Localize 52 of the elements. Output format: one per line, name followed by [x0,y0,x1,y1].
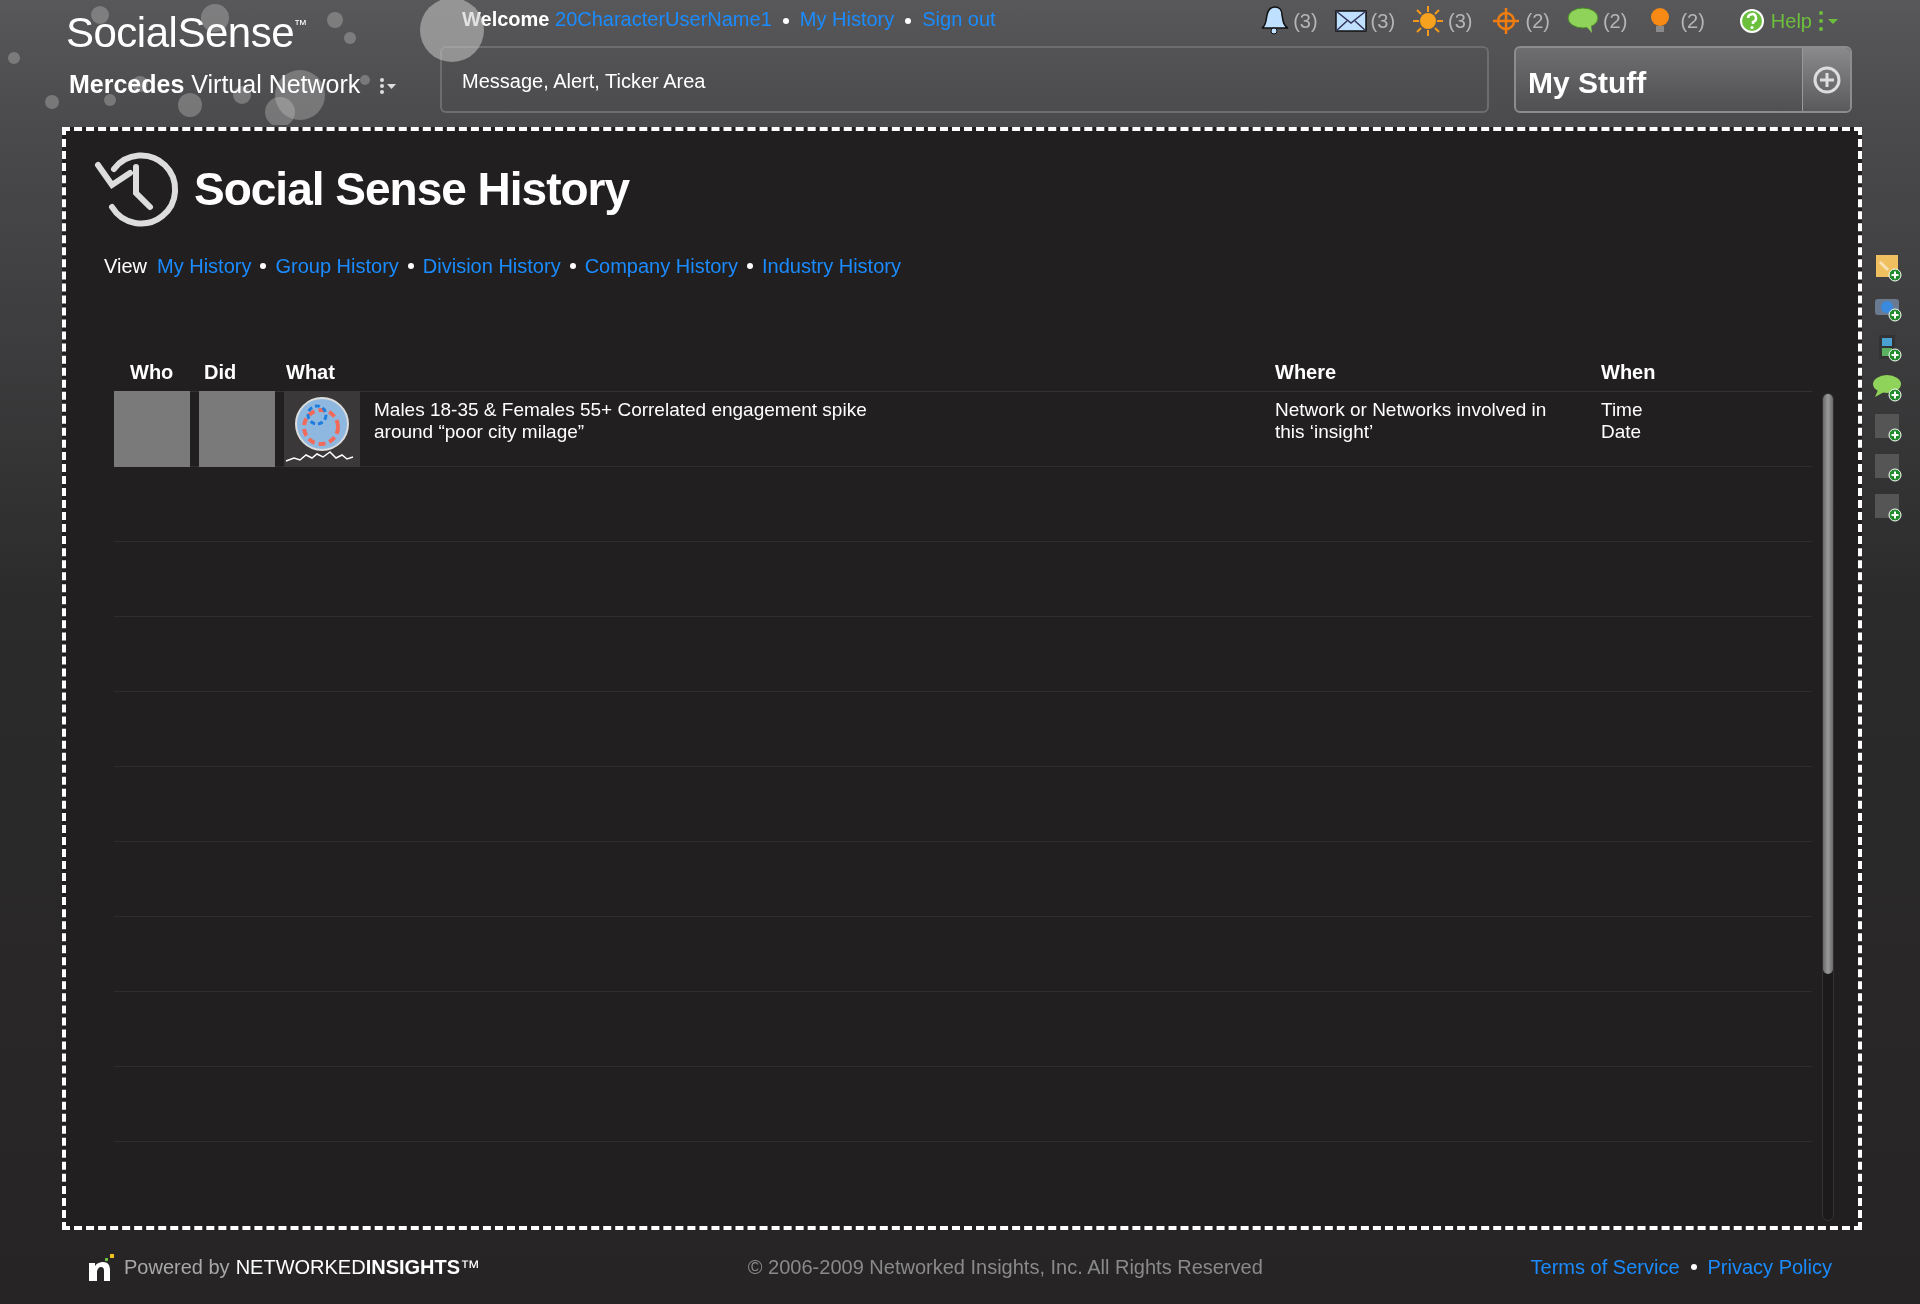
network-text: Network or Networks involved in this ‘insight’ [1275,398,1548,444]
time-text: Time [1601,399,1644,421]
page-title: Social Sense History [194,162,630,218]
notification-count: (2) [1602,9,1628,34]
empty-widget-icon[interactable] [1872,412,1902,442]
separator-dot [569,263,576,269]
separator-dot [260,263,267,269]
time-text: Date [1601,421,1643,443]
help-link[interactable]: Help [1738,6,1812,36]
empty-widget-icon[interactable] [1872,452,1902,482]
separator-dot [1690,1264,1697,1270]
menu-caret-icon[interactable] [1818,9,1840,33]
column-header: Where [1275,360,1338,385]
copyright-text: © 2006-2009 Networked Insights, Inc. All Rights Reserved [746,1255,1264,1280]
network-name: Mercedes Virtual Network [69,66,440,104]
view-link[interactable]: My History [157,251,252,281]
scrollbar-track[interactable] [1822,393,1834,1221]
notification-count: (3) [1370,9,1396,34]
view-link[interactable]: Company History [584,251,739,281]
view-link[interactable]: Division History [422,251,561,281]
column-header: Who [129,360,175,385]
view-link[interactable]: Industry History [762,251,901,281]
networked-insights-logo [86,1251,116,1283]
view-link[interactable]: Group History [275,251,399,281]
column-header: Did [203,360,238,385]
notification-count: (2) [1525,9,1550,34]
ticker-area: Message, Alert, Ticker Area [440,46,1489,113]
notification-count: (3) [1293,9,1318,34]
column-header: When [1601,360,1657,385]
company-name: NETWORKEDINSIGHTS™ [235,1255,481,1280]
chat-widget-icon[interactable] [1872,372,1902,402]
sun-icon[interactable] [1411,4,1446,38]
footer-link[interactable]: Privacy Policy [1707,1252,1832,1282]
separator-dot [905,17,912,24]
empty-widget-icon[interactable] [1872,492,1902,522]
separator-dot [407,263,414,269]
welcome-label: Welcome [462,8,550,30]
menu-caret-icon[interactable] [379,76,398,97]
column-header: What [285,360,336,385]
plus-icon [1811,64,1842,95]
panel-title: My Stuff [1527,65,1648,101]
notification-count: (2) [1680,9,1705,34]
separator-dot [782,17,789,24]
insight-text: Males 18-35 & Females 55+ Correlated engagement spike around “poor city milage” [373,398,868,444]
footer-link[interactable]: Terms of Service [1530,1252,1680,1282]
add-button[interactable] [1802,48,1850,111]
scrollbar-thumb[interactable] [1823,394,1833,974]
notification-count: (3) [1448,9,1473,34]
view-label: View [104,254,147,279]
separator-dot [747,263,754,269]
powered-by-text: Powered by [124,1255,230,1280]
help-icon [1738,8,1765,34]
